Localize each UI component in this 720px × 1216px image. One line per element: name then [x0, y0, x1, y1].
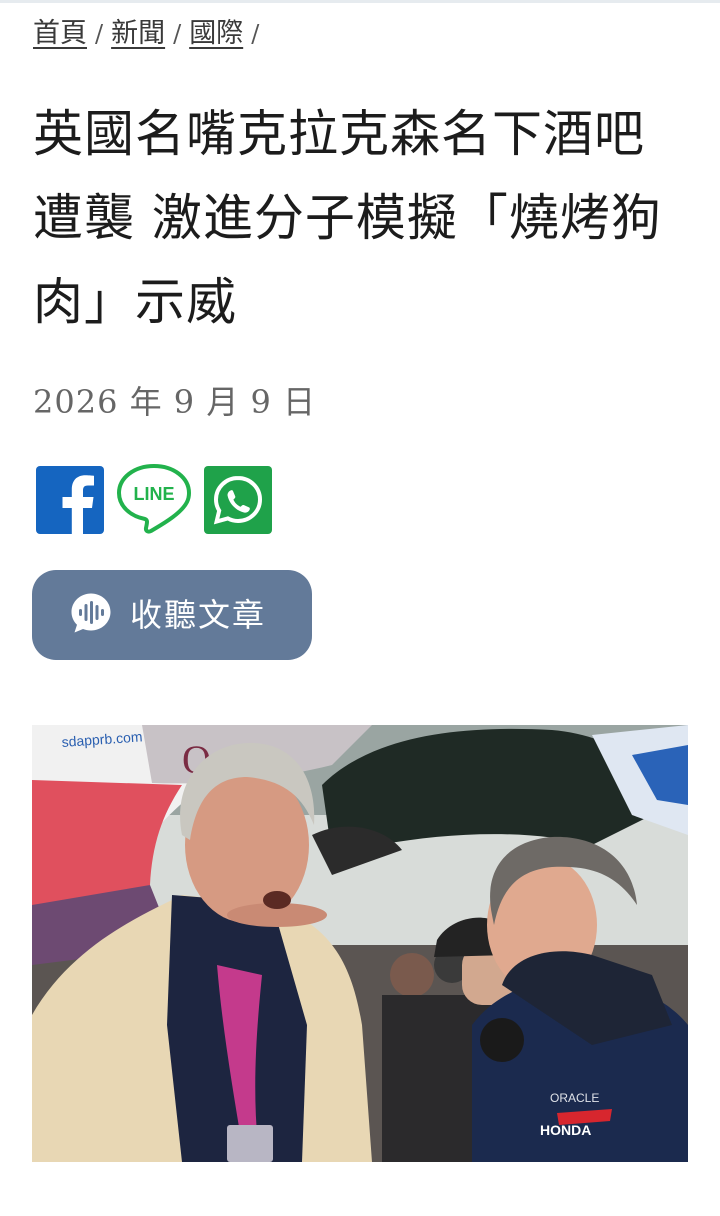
whatsapp-share-button[interactable]: [204, 466, 272, 534]
breadcrumb-news-link[interactable]: 新聞: [111, 18, 165, 49]
top-divider: [0, 0, 720, 3]
breadcrumb-separator: /: [95, 20, 104, 48]
article-date: 2026 年 9 月 9 日: [33, 383, 317, 421]
breadcrumb-home-link[interactable]: 首頁: [33, 18, 87, 49]
breadcrumb-international-link[interactable]: 國際: [189, 18, 243, 49]
line-share-button[interactable]: LINE: [116, 462, 192, 538]
article-photo: sdapprb.com Qatar ORACLE HONDA: [32, 725, 688, 1162]
listen-article-label: 收聽文章: [130, 596, 267, 634]
breadcrumb-separator: /: [173, 20, 182, 48]
facebook-share-button[interactable]: [36, 466, 104, 534]
listen-article-button[interactable]: 收聽文章: [32, 570, 312, 660]
article-photo-illustration: sdapprb.com Qatar ORACLE HONDA: [32, 725, 688, 1162]
breadcrumb-separator: /: [251, 20, 260, 48]
breadcrumb: 首頁 / 新聞 / 國際 /: [33, 14, 267, 54]
audio-wave-icon: [71, 593, 111, 633]
line-label: LINE: [133, 484, 174, 504]
share-bar: LINE: [36, 462, 284, 538]
article-title: 英國名嘴克拉克森名下酒吧遭襲 激進分子模擬「燒烤狗肉」示威: [33, 105, 662, 331]
svg-text:ORACLE: ORACLE: [550, 1091, 599, 1105]
